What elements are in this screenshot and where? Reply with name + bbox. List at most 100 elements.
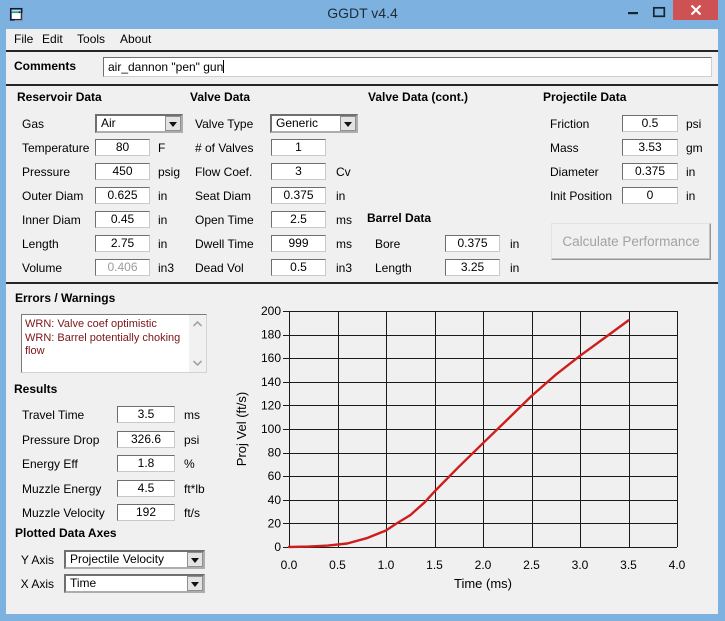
valve-data-cont-header: Valve Data (cont.) (368, 90, 468, 104)
combobox-dropdown-button[interactable] (165, 116, 181, 131)
valve-type-row: Valve Type Generic (6, 114, 718, 134)
volume-label: Volume (22, 261, 62, 275)
length-input[interactable]: 3.25 (445, 259, 500, 276)
reservoir-data-header: Reservoir Data (17, 90, 102, 104)
mass-input[interactable]: 3.53 (622, 139, 678, 156)
friction-unit-label: psi (686, 117, 701, 131)
combobox-value: Projectile Velocity (70, 552, 164, 567)
muzzle-velocity-input[interactable]: 192 (117, 504, 175, 521)
x-tick-label: 3.0 (572, 558, 589, 572)
length-input[interactable]: 2.75 (95, 235, 150, 252)
gas-row: Gas Air (6, 114, 718, 134)
dwell-time-label: Dwell Time (195, 237, 254, 251)
x-tick-label: 2.5 (523, 558, 540, 572)
x-axis-combobox[interactable]: Time (64, 574, 205, 593)
length-row: Length 3.25 in (6, 258, 718, 278)
menu-file[interactable]: File (14, 29, 33, 50)
errors-scrollbar[interactable] (189, 315, 206, 372)
pressure-drop-unit-label: psi (184, 433, 199, 447)
x-tick-label: 3.5 (620, 558, 637, 572)
inner-diam-label: Inner Diam (22, 213, 81, 227)
menu-about[interactable]: About (120, 29, 151, 50)
y-tick-label: 200 (261, 304, 281, 318)
init-position-label: Init Position (550, 189, 612, 203)
open-time-input[interactable]: 2.5 (271, 211, 326, 228)
init-position-input[interactable]: 0 (622, 187, 678, 204)
friction-input[interactable]: 0.5 (622, 115, 678, 132)
maximize-icon (648, 0, 670, 20)
pressure-drop-label: Pressure Drop (22, 433, 99, 447)
inner-diam-unit-label: in (158, 213, 167, 227)
muzzle-velocity-label: Muzzle Velocity (22, 506, 105, 520)
calculate-performance-button[interactable]: Calculate Performance (551, 223, 711, 260)
y-tick-label: 180 (261, 328, 281, 342)
outer-diam-input[interactable]: 0.625 (95, 187, 150, 204)
y-axis-title: Proj Vel (ft/s) (234, 392, 249, 466)
flow-coef-unit-label: Cv (336, 165, 351, 179)
length-unit-label: in (510, 261, 519, 275)
inner-diam-input[interactable]: 0.45 (95, 211, 150, 228)
app-window: GGDT v4.4 FileEditToolsAbout Comments ai… (0, 0, 725, 621)
y-tick-label: 20 (268, 516, 282, 530)
diameter-row: Diameter 0.375 in (6, 162, 718, 182)
bore-input[interactable]: 0.375 (445, 235, 500, 252)
dwell-time-input[interactable]: 999 (271, 235, 326, 252)
flow-coef-label: Flow Coef. (195, 165, 252, 179)
dead-vol-input[interactable]: 0.5 (271, 259, 326, 276)
muzzle-energy-input[interactable]: 4.5 (117, 480, 175, 497)
errors-warnings-box[interactable]: WRN: Valve coef optimistic WRN: Barrel p… (21, 314, 207, 373)
menu-bar: File Edit Tools About (6, 29, 718, 50)
x-tick-label: 4.0 (669, 558, 686, 572)
title-bar[interactable]: GGDT v4.4 (0, 0, 725, 29)
length-unit-label: in (158, 237, 167, 251)
chevron-down-icon (191, 582, 199, 587)
minimize-button[interactable] (622, 0, 644, 20)
menu-tools[interactable]: Tools (77, 29, 105, 50)
temperature-unit-label: F (158, 141, 165, 155)
maximize-button[interactable] (648, 0, 670, 20)
temperature-input[interactable]: 80 (95, 139, 150, 156)
energy-eff-label: Energy Eff (22, 457, 78, 471)
combobox-dropdown-button[interactable] (187, 552, 203, 567)
menu-edit[interactable]: Edit (42, 29, 63, 50)
seat-diam-input[interactable]: 0.375 (271, 187, 326, 204)
mass-label: Mass (550, 141, 579, 155)
temperature-label: Temperature (22, 141, 89, 155)
y-tick-label: 60 (268, 469, 282, 483)
volume-input[interactable]: 0.406 (95, 259, 150, 276)
x-axis-title: Time (ms) (454, 576, 512, 591)
valve-data-header: Valve Data (190, 90, 250, 104)
combobox-value: Generic (276, 116, 318, 131)
flow-coef-input[interactable]: 3 (271, 163, 326, 180)
gas-label: Gas (22, 117, 44, 131)
volume-unit-label: in3 (158, 261, 174, 275)
of-valves-label: # of Valves (195, 141, 253, 155)
seat-diam-row: Seat Diam 0.375 in (6, 186, 718, 206)
y-axis-combobox[interactable]: Projectile Velocity (64, 550, 205, 569)
combobox-dropdown-button[interactable] (340, 116, 356, 131)
seat-diam-label: Seat Diam (195, 189, 251, 203)
dwell-time-unit-label: ms (336, 237, 352, 251)
chevron-down-icon (344, 122, 352, 127)
close-icon (690, 4, 702, 16)
flow-coef-row: Flow Coef. 3 Cv (6, 162, 718, 182)
diameter-input[interactable]: 0.375 (622, 163, 678, 180)
dead-vol-row: Dead Vol 0.5 in3 (6, 258, 718, 278)
valve-type-combobox[interactable]: Generic (270, 114, 358, 133)
travel-time-input[interactable]: 3.5 (117, 406, 175, 423)
gas-combobox[interactable]: Air (95, 114, 183, 133)
comments-input[interactable]: air_dannon "pen" gun (103, 57, 712, 77)
close-button[interactable] (673, 0, 718, 20)
pressure-input[interactable]: 450 (95, 163, 150, 180)
dead-vol-label: Dead Vol (195, 261, 244, 275)
form-separator (6, 282, 718, 284)
valve-type-label: Valve Type (195, 117, 253, 131)
combobox-dropdown-button[interactable] (187, 576, 203, 591)
of-valves-input[interactable]: 1 (271, 139, 326, 156)
results-header: Results (14, 382, 57, 396)
diameter-label: Diameter (550, 165, 599, 179)
energy-eff-input[interactable]: 1.8 (117, 455, 175, 472)
pressure-unit-label: psig (158, 165, 180, 179)
pressure-drop-input[interactable]: 326.6 (117, 431, 175, 448)
init-position-row: Init Position 0 in (6, 186, 718, 206)
